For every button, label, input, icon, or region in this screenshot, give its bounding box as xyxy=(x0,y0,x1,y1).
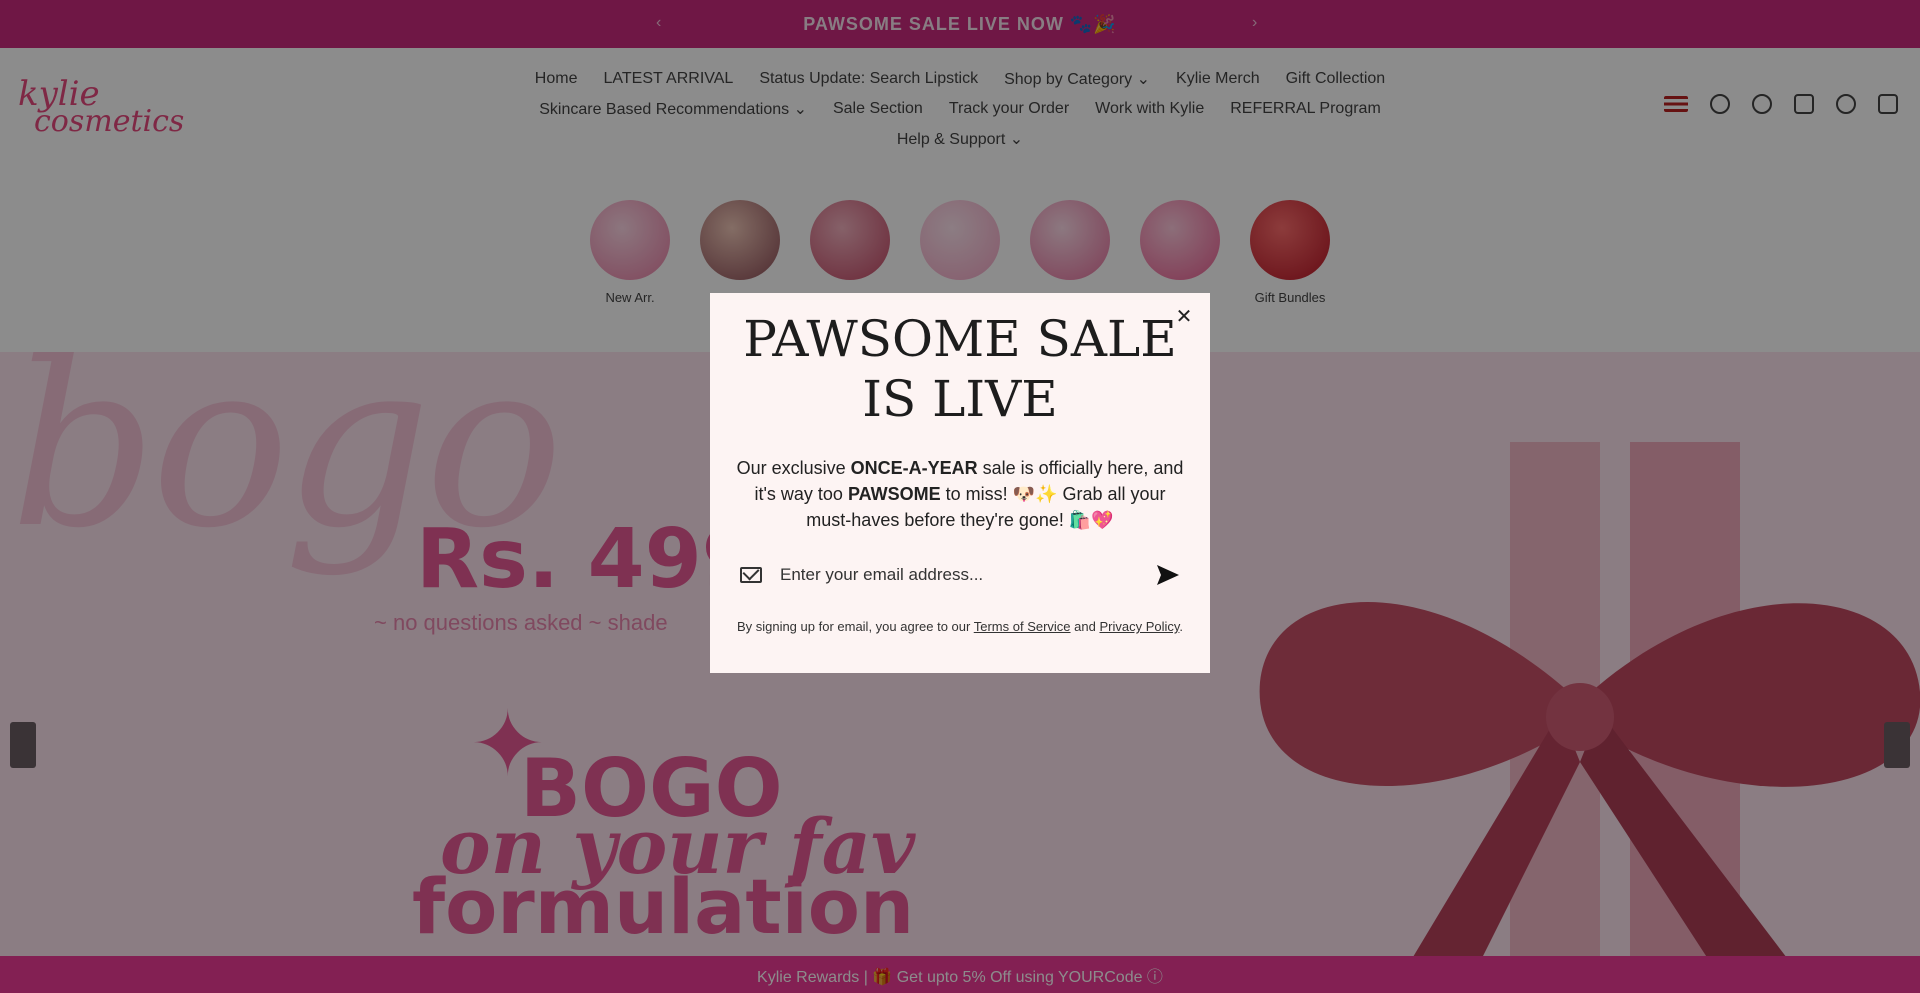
newsletter-modal: ✕ PAWSOME SALE IS LIVE Our exclusive ONC… xyxy=(710,293,1210,673)
modal-body-bold-1: ONCE-A-YEAR xyxy=(850,458,978,478)
legal-prefix: By signing up for email, you agree to ou… xyxy=(736,619,974,634)
legal-text: By signing up for email, you agree to ou… xyxy=(730,619,1190,635)
modal-body-bold-2: PAWSOME xyxy=(847,484,941,504)
close-icon[interactable]: ✕ xyxy=(1174,307,1194,327)
legal-suffix: . xyxy=(1179,619,1184,634)
email-signup-row xyxy=(740,557,1180,593)
privacy-link[interactable]: Privacy Policy xyxy=(1099,619,1179,634)
modal-body: Our exclusive ONCE-A-YEAR sale is offici… xyxy=(735,455,1185,533)
send-icon[interactable] xyxy=(1156,564,1180,586)
terms-link[interactable]: Terms of Service xyxy=(974,619,1071,634)
email-field[interactable] xyxy=(780,565,1156,585)
mail-icon xyxy=(740,567,762,583)
legal-and: and xyxy=(1070,619,1100,634)
modal-title: PAWSOME SALE IS LIVE xyxy=(743,310,1177,428)
modal-body-text-1: Our exclusive xyxy=(736,458,851,478)
